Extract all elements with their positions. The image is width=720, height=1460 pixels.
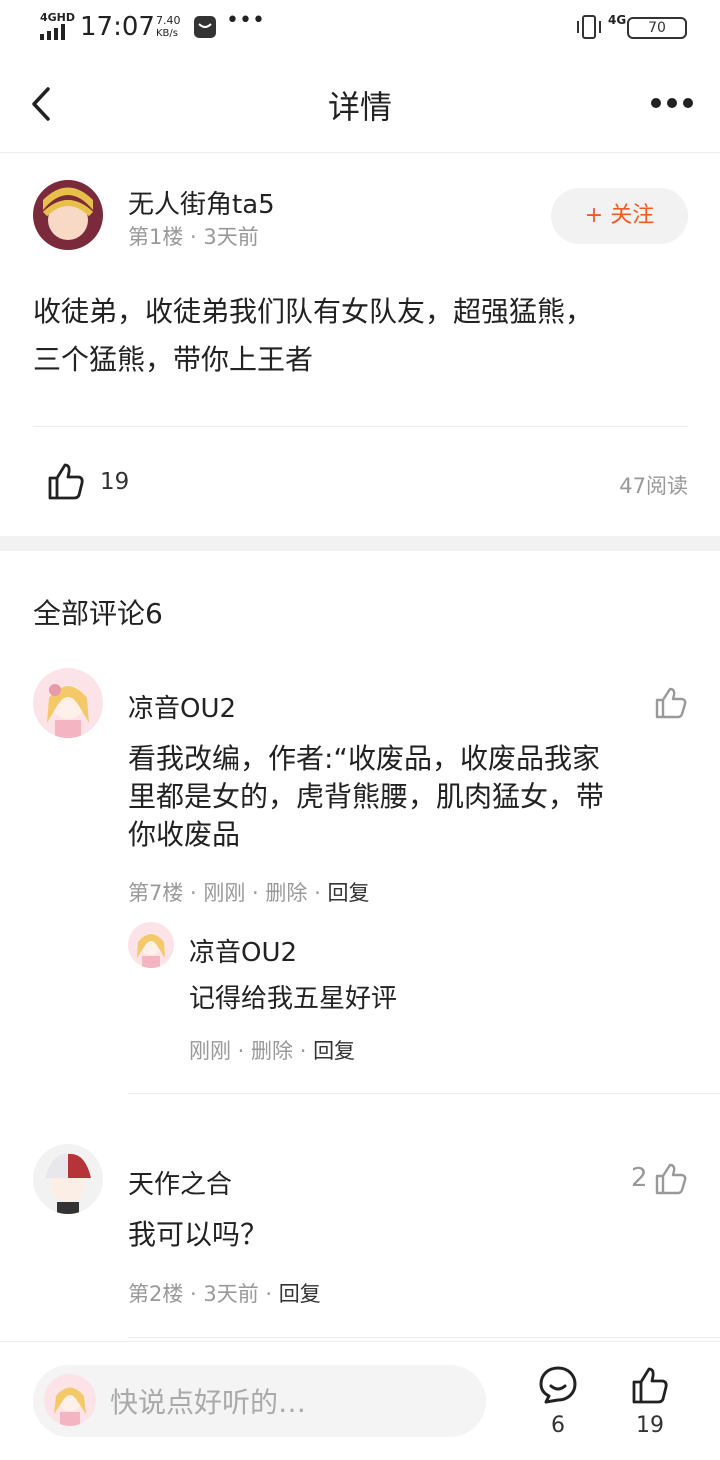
speed-value: 7.40 — [156, 14, 181, 27]
more-options-icon[interactable] — [650, 97, 694, 109]
comment-like-icon[interactable] — [654, 1162, 688, 1196]
post-content-line-2: 三个猛熊，带你上王者 — [33, 343, 314, 376]
reply-author-avatar[interactable] — [128, 922, 174, 968]
post-like-icon[interactable] — [46, 461, 86, 501]
comment-author-name[interactable]: 凉音OU2 — [128, 688, 236, 725]
post-floor-time: 第1楼 · 3天前 — [128, 225, 259, 249]
reply-time: 刚刚 · 删除 · — [189, 1039, 314, 1063]
comment-content-line-3: 你收废品 — [128, 818, 241, 851]
reply-button[interactable]: 回复 — [279, 1282, 321, 1306]
comment-meta: 第7楼 · 刚刚 · 删除 · 回复 — [128, 877, 369, 907]
vibrate-icon — [577, 15, 601, 39]
comment-count: 6 — [551, 1413, 565, 1438]
reply-content: 记得给我五星好评 — [189, 984, 398, 1014]
comment-author-avatar[interactable] — [33, 668, 103, 738]
nav-divider — [0, 152, 720, 153]
comment-floor-time: 第7楼 · 刚刚 · 删除 · — [128, 881, 328, 905]
comment-author-avatar[interactable] — [33, 1144, 103, 1214]
reply-author-name[interactable]: 凉音OU2 — [189, 932, 297, 969]
right-network-label: 4G — [608, 13, 627, 27]
section-separator — [0, 536, 720, 551]
bottom-bar-divider — [0, 1341, 720, 1342]
comment-meta: 第2楼 · 3天前 · 回复 — [128, 1278, 321, 1308]
post-read-count: 47阅读 — [619, 474, 688, 498]
comment-bubble-icon[interactable] — [538, 1365, 578, 1405]
comment-like-count: 2 — [631, 1163, 648, 1193]
page-title: 详情 — [327, 88, 392, 126]
post-author-name[interactable]: 无人街角ta5 — [128, 184, 275, 221]
status-bar: 4GHD 17:07 7.40 KB/s ••• 4G 70 — [0, 0, 720, 56]
speed-unit: KB/s — [156, 28, 178, 39]
comments-header: 全部评论6 — [33, 597, 163, 630]
battery-indicator: 70 — [627, 17, 687, 39]
comment-input-placeholder: 快说点好听的… — [110, 1386, 307, 1419]
more-notifications-icon: ••• — [226, 8, 265, 33]
my-avatar — [44, 1374, 96, 1426]
bottom-like-count: 19 — [636, 1413, 664, 1438]
comment-divider — [128, 1093, 720, 1094]
post-author-avatar[interactable] — [33, 180, 103, 250]
comment-content: 我可以吗？ — [128, 1218, 269, 1251]
follow-button[interactable]: + 关注 — [551, 188, 688, 244]
post-divider — [33, 426, 688, 427]
post-like-count: 19 — [100, 469, 130, 495]
comment-like-icon[interactable] — [654, 686, 688, 720]
comment-divider — [128, 1337, 720, 1338]
reply-button[interactable]: 回复 — [327, 881, 369, 905]
comment-floor-time: 第2楼 · 3天前 · — [128, 1282, 279, 1306]
clock: 17:07 — [80, 12, 155, 42]
signal-icon — [40, 24, 65, 40]
reply-meta: 刚刚 · 删除 · 回复 — [189, 1035, 355, 1065]
bottom-like-icon[interactable] — [630, 1365, 670, 1405]
network-label: 4GHD — [40, 11, 76, 24]
reply-reply-button[interactable]: 回复 — [313, 1039, 355, 1063]
message-notification-icon — [194, 16, 216, 38]
comment-author-name[interactable]: 天作之合 — [128, 1164, 232, 1201]
comment-content-line-1: 看我改编，作者:“收废品，收废品我家 — [128, 742, 600, 775]
comment-content-line-2: 里都是女的，虎背熊腰，肌肉猛女，带 — [128, 780, 605, 813]
post-content-line-1: 收徒弟，收徒弟我们队有女队友，超强猛熊， — [33, 295, 594, 328]
